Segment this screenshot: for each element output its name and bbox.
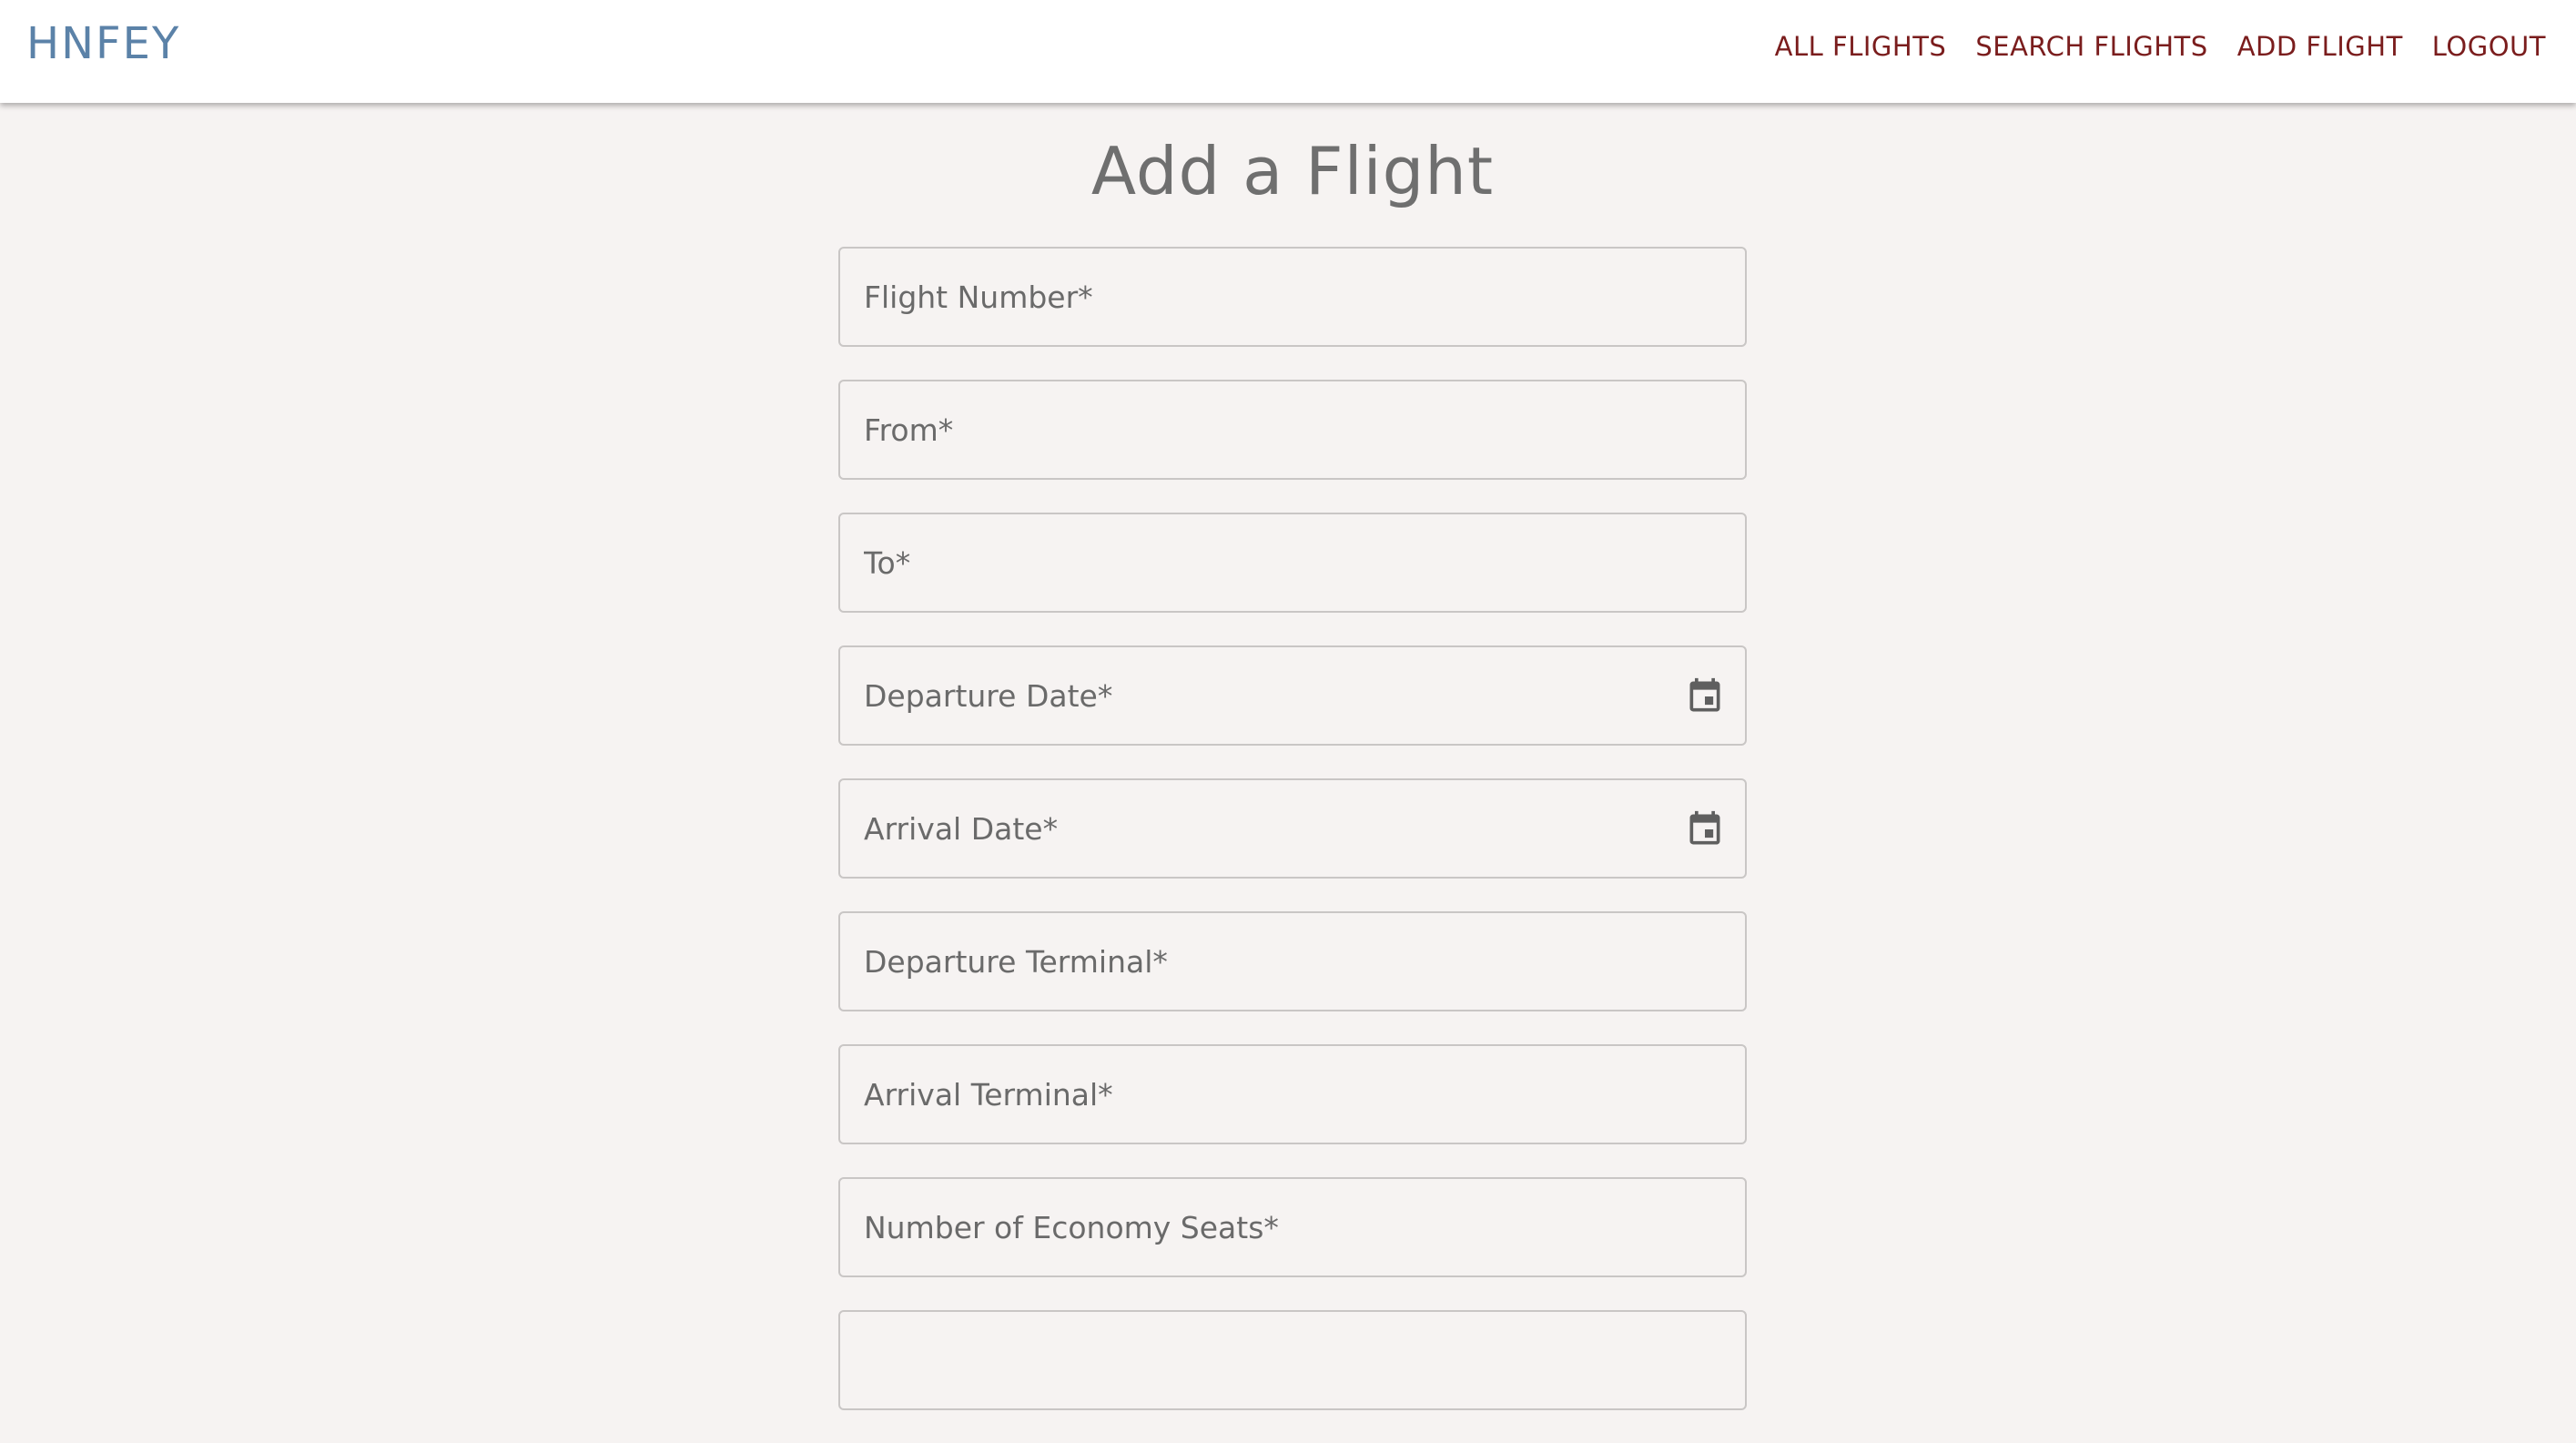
nav-logout[interactable]: LOGOUT bbox=[2432, 31, 2546, 62]
departure-terminal-input[interactable] bbox=[840, 913, 1745, 1010]
brand-logo[interactable]: HNFEY bbox=[26, 18, 180, 69]
calendar-icon[interactable] bbox=[1685, 676, 1725, 717]
nav-all-flights[interactable]: ALL FLIGHTS bbox=[1775, 31, 1947, 62]
from-input[interactable] bbox=[840, 381, 1745, 478]
arrival-terminal-field bbox=[838, 1044, 1747, 1144]
departure-date-input[interactable] bbox=[840, 647, 1745, 744]
add-flight-form bbox=[838, 247, 1749, 1443]
arrival-date-input[interactable] bbox=[840, 780, 1745, 877]
arrival-terminal-input[interactable] bbox=[840, 1046, 1745, 1143]
flight-number-input[interactable] bbox=[840, 249, 1745, 345]
from-field bbox=[838, 380, 1747, 480]
calendar-icon[interactable] bbox=[1685, 808, 1725, 850]
next-field-partial bbox=[838, 1310, 1747, 1410]
flight-number-field bbox=[838, 247, 1747, 347]
page-title: Add a Flight bbox=[1090, 133, 1495, 209]
departure-terminal-field bbox=[838, 911, 1747, 1011]
arrival-date-field bbox=[838, 778, 1747, 879]
nav-links: ALL FLIGHTS SEARCH FLIGHTS ADD FLIGHT LO… bbox=[1775, 31, 2546, 62]
to-field bbox=[838, 513, 1747, 613]
economy-seats-field bbox=[838, 1177, 1747, 1277]
nav-add-flight[interactable]: ADD FLIGHT bbox=[2237, 31, 2403, 62]
departure-date-field bbox=[838, 645, 1747, 746]
to-input[interactable] bbox=[840, 514, 1745, 611]
economy-seats-input[interactable] bbox=[840, 1179, 1745, 1275]
top-navbar: HNFEY ALL FLIGHTS SEARCH FLIGHTS ADD FLI… bbox=[0, 0, 2576, 103]
nav-search-flights[interactable]: SEARCH FLIGHTS bbox=[1975, 31, 2207, 62]
